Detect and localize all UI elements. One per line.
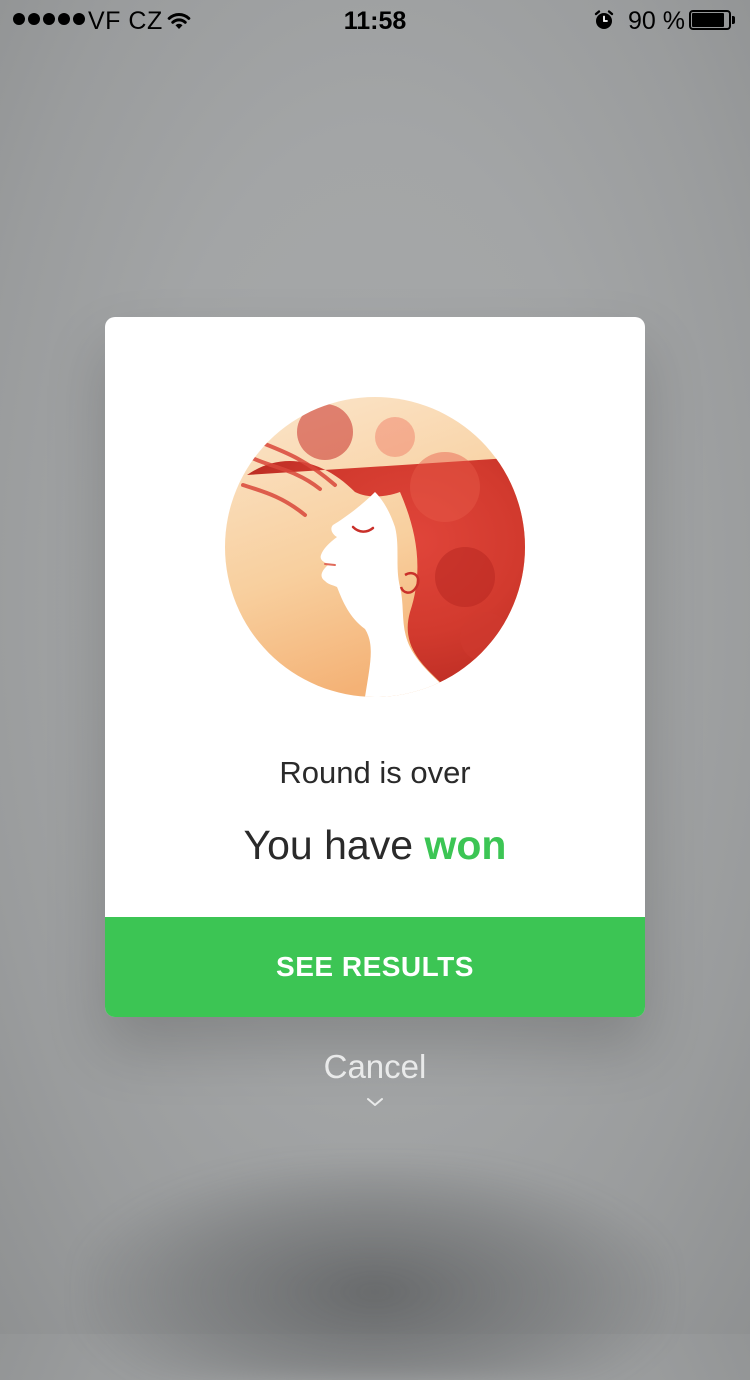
see-results-button[interactable]: SEE RESULTS [105,917,645,1017]
background-shadow [80,1160,670,1380]
battery-percentage: 90 % [628,7,685,35]
cancel-button[interactable]: Cancel [0,1048,750,1086]
status-bar: VF CZ 11:58 90 % [0,0,750,40]
chevron-down-icon[interactable] [365,1095,385,1109]
battery-icon [689,10,735,30]
dialog-title: You have won [105,822,645,869]
alarm-icon [594,10,614,29]
round-over-dialog: Round is over You have won SEE RESULTS [105,317,645,1017]
dialog-subtitle: Round is over [279,755,471,790]
dialog-title-result: won [424,822,507,868]
woman-profile-illustration [225,397,525,697]
dialog-title-prefix: You have [243,822,414,868]
